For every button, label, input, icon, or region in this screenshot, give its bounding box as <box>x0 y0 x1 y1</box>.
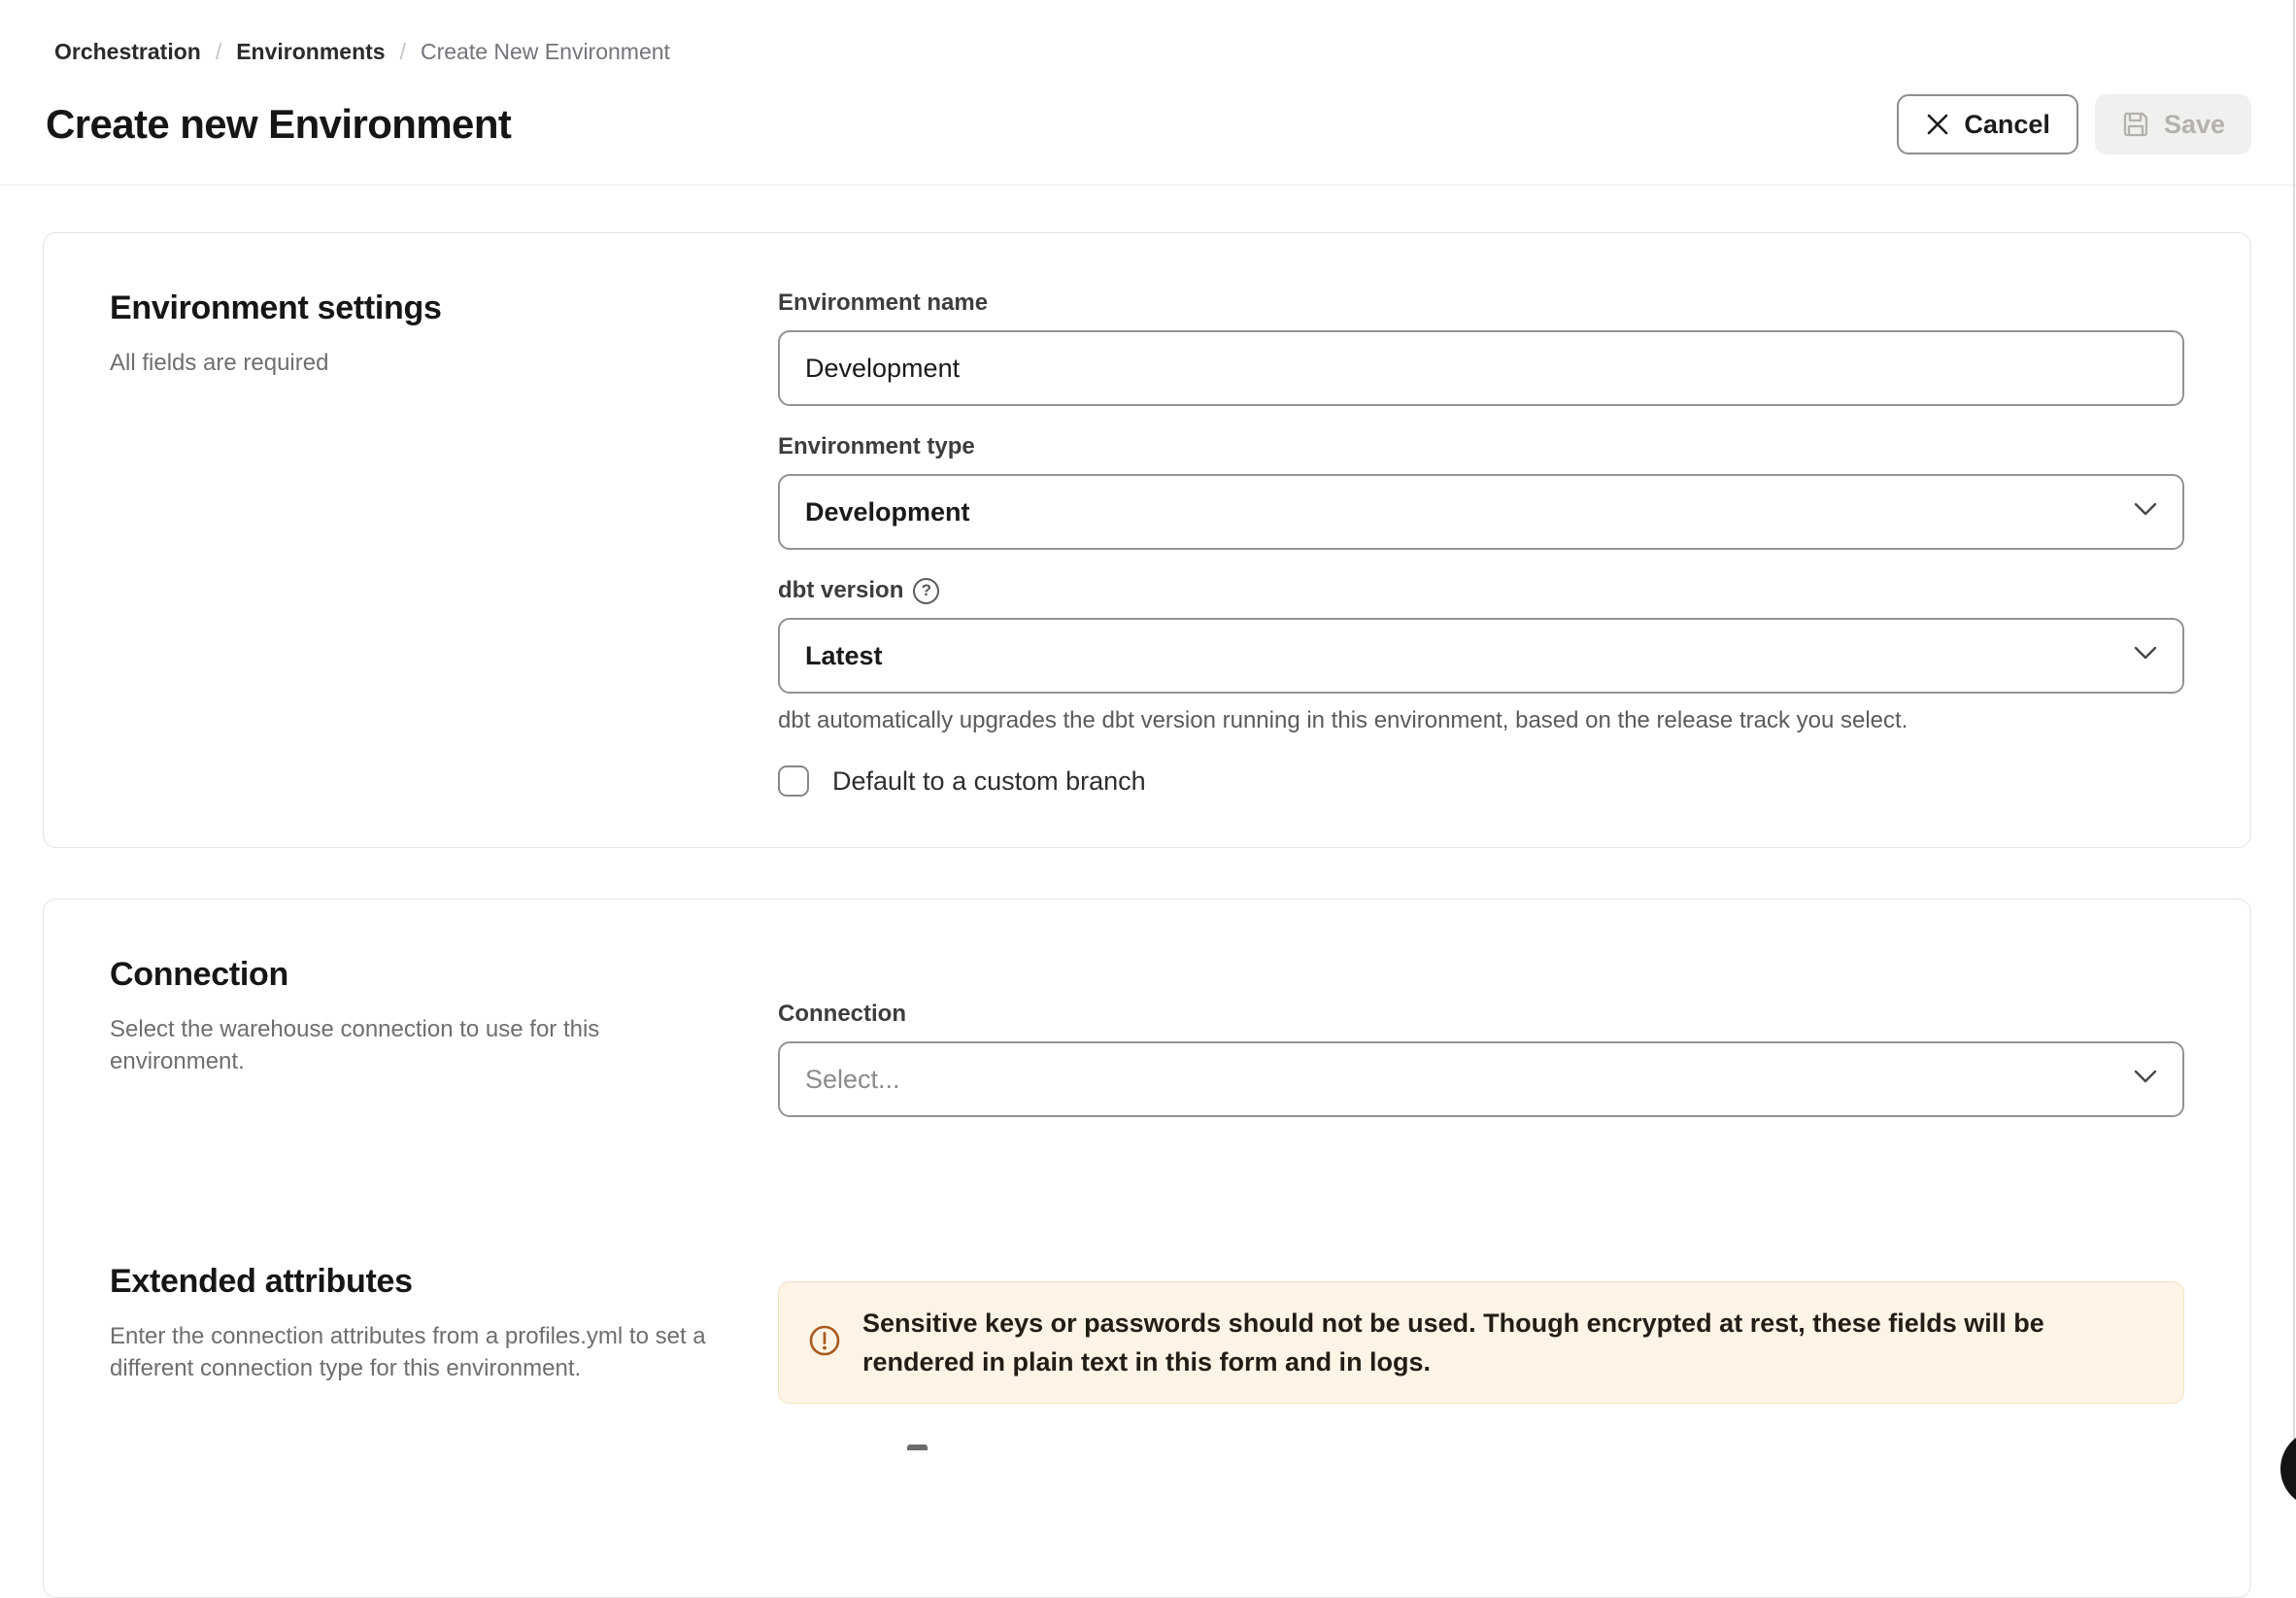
page-title: Create new Environment <box>46 101 511 148</box>
save-button-label: Save <box>2164 110 2225 140</box>
cutoff-element <box>907 1445 928 1450</box>
breadcrumb: Orchestration / Environments / Create Ne… <box>54 39 2251 65</box>
dbt-version-value: Latest <box>805 641 883 671</box>
environment-type-value: Development <box>805 497 970 527</box>
warning-text: Sensitive keys or passwords should not b… <box>862 1304 2154 1381</box>
connection-card: Connection Select the warehouse connecti… <box>43 899 2251 1598</box>
save-button[interactable]: Save <box>2095 94 2251 154</box>
dbt-version-select[interactable]: Latest <box>778 618 2184 694</box>
connection-field-label: Connection <box>778 1001 2184 1028</box>
environment-settings-card: Environment settings All fields are requ… <box>43 232 2251 848</box>
breadcrumb-orchestration[interactable]: Orchestration <box>54 39 201 65</box>
environment-settings-subtitle: All fields are required <box>110 347 778 379</box>
connection-select-placeholder: Select... <box>805 1065 900 1095</box>
breadcrumb-current: Create New Environment <box>421 39 670 65</box>
save-icon <box>2121 110 2150 139</box>
custom-branch-label: Default to a custom branch <box>832 766 1146 797</box>
window-edge-divider <box>2293 0 2295 1449</box>
dbt-version-label: dbt version <box>778 577 903 604</box>
extended-attributes-title: Extended attributes <box>110 1263 778 1301</box>
extended-attributes-subtitle: Enter the connection attributes from a p… <box>110 1320 717 1384</box>
environment-type-field-group: Environment type Development <box>778 433 2184 550</box>
main-content: Environment settings All fields are requ… <box>0 186 2296 1598</box>
close-icon <box>1925 112 1950 137</box>
help-icon[interactable]: ? <box>913 578 939 604</box>
breadcrumb-separator: / <box>216 39 221 65</box>
cancel-button-label: Cancel <box>1964 110 2050 140</box>
breadcrumb-separator: / <box>400 39 406 65</box>
chevron-down-icon <box>2134 1070 2157 1089</box>
header-actions: Cancel Save <box>1897 94 2251 154</box>
environment-type-select[interactable]: Development <box>778 474 2184 550</box>
custom-branch-checkbox[interactable] <box>778 765 809 797</box>
title-row: Create new Environment Cancel Save <box>46 94 2251 154</box>
environment-type-label: Environment type <box>778 433 2184 460</box>
cancel-button[interactable]: Cancel <box>1897 94 2078 154</box>
dbt-version-helper: dbt automatically upgrades the dbt versi… <box>778 707 2184 734</box>
chevron-down-icon <box>2134 646 2157 665</box>
connection-section: Connection Select the warehouse connecti… <box>110 956 2184 1117</box>
dbt-version-field-group: dbt version ? Latest dbt automatically u… <box>778 577 2184 734</box>
warning-icon <box>808 1324 841 1362</box>
page-header: Orchestration / Environments / Create Ne… <box>0 0 2296 154</box>
connection-subtitle: Select the warehouse connection to use f… <box>110 1013 663 1077</box>
chevron-down-icon <box>2134 502 2157 522</box>
sensitive-keys-warning-banner: Sensitive keys or passwords should not b… <box>778 1281 2184 1404</box>
environment-name-field-group: Environment name <box>778 289 2184 406</box>
connection-select[interactable]: Select... <box>778 1041 2184 1117</box>
breadcrumb-environments[interactable]: Environments <box>236 39 385 65</box>
environment-name-label: Environment name <box>778 289 2184 317</box>
connection-title: Connection <box>110 956 778 994</box>
custom-branch-row: Default to a custom branch <box>778 765 2184 797</box>
extended-attributes-section: Extended attributes Enter the connection… <box>110 1263 2184 1404</box>
connection-field-group: Connection Select... <box>778 1001 2184 1117</box>
environment-settings-title: Environment settings <box>110 289 778 327</box>
environment-name-input[interactable] <box>778 330 2184 406</box>
